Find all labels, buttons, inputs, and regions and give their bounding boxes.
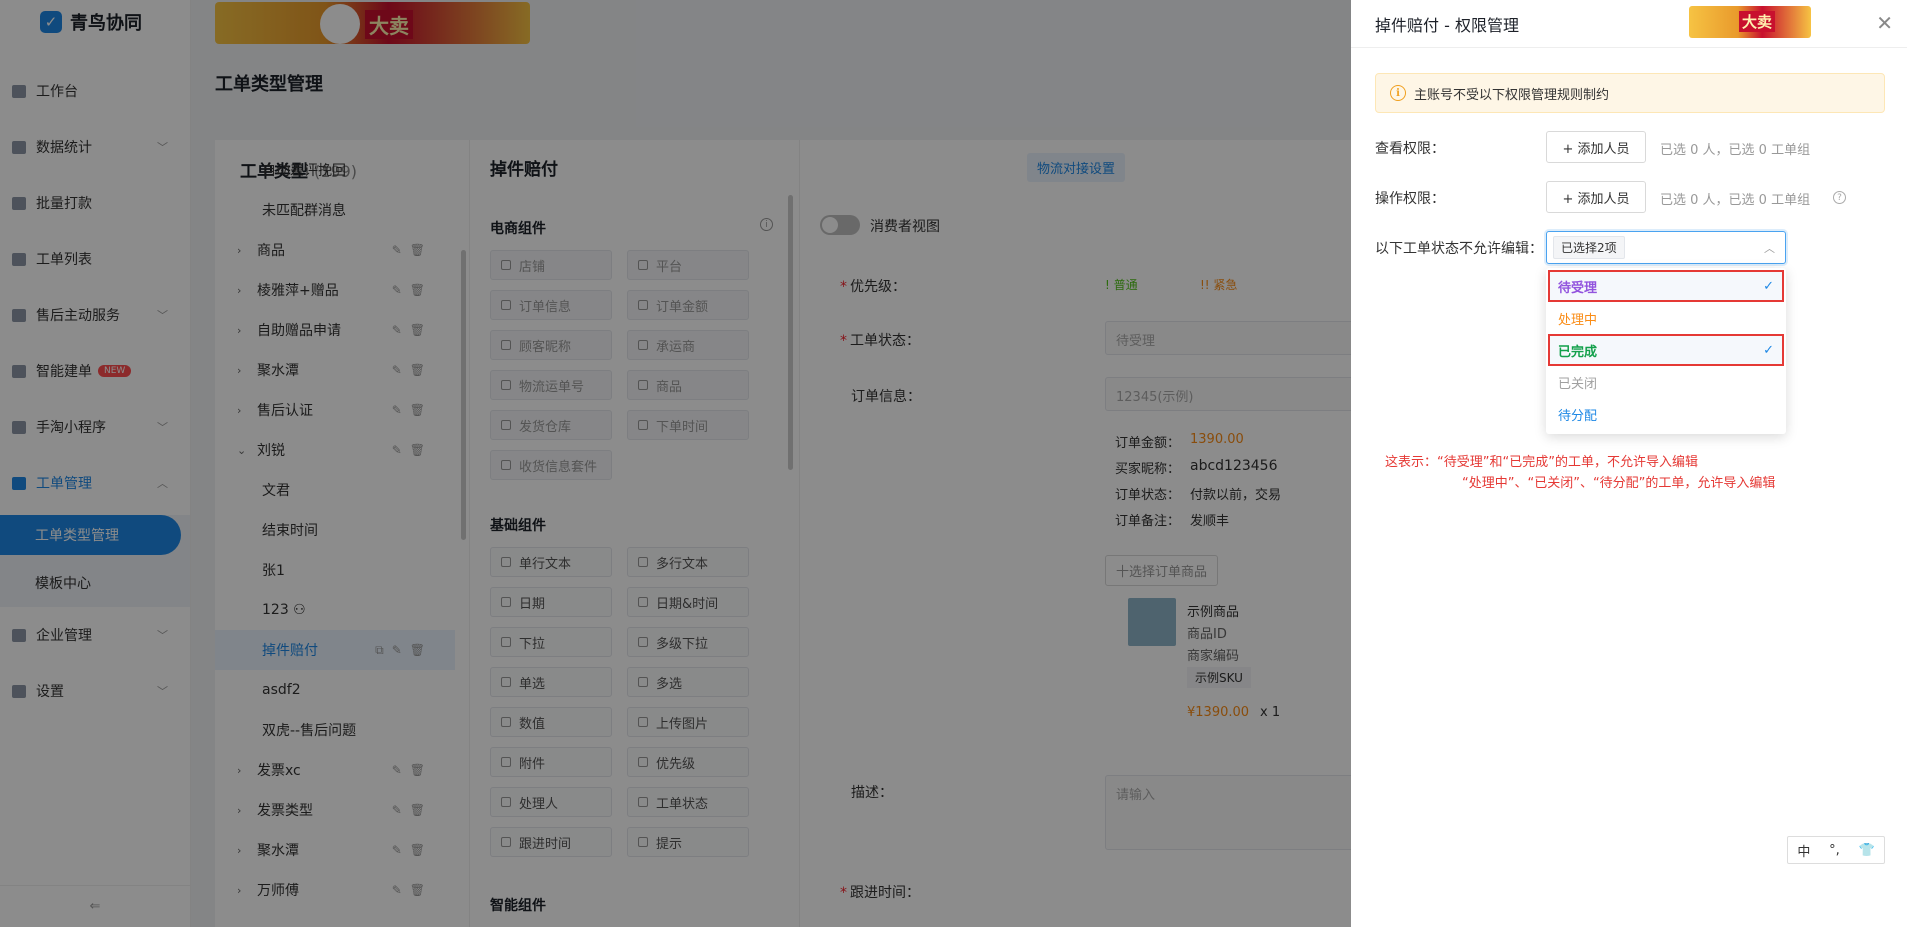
status-option[interactable]: 已完成 ✓: [1548, 334, 1784, 366]
status-option-label: 处理中: [1558, 312, 1598, 328]
lock-status-label: 以下工单状态不允许编辑：: [1375, 241, 1543, 257]
permission-drawer: 掉件赔付 - 权限管理 大卖 ✕ i 主账号不受以下权限管理规则制约 查看权限：…: [1351, 0, 1907, 927]
status-option-label: 待分配: [1558, 408, 1598, 424]
add-operate-person-button[interactable]: + 添加人员: [1546, 181, 1646, 213]
info-icon: i: [1390, 85, 1406, 101]
drawer-promo-banner[interactable]: 大卖: [1689, 6, 1811, 38]
explanation-text: 这表示：“待受理”和“已完成”的工单，不允许导入编辑 “处理中”、“已关闭”、“…: [1385, 452, 1775, 494]
drawer-banner-text: 大卖: [1739, 11, 1776, 32]
operate-permission-label: 操作权限：: [1375, 191, 1445, 207]
operate-picked-text: 已选 0 人，已选 0 工单组: [1660, 193, 1811, 208]
check-icon: ✓: [1763, 342, 1774, 358]
status-option-label: 待受理: [1558, 280, 1598, 296]
ime-chinese-icon[interactable]: 中: [1797, 841, 1810, 860]
explanation-line-1: 这表示：“待受理”和“已完成”的工单，不允许导入编辑: [1385, 455, 1698, 470]
ime-skin-icon[interactable]: 👕: [1858, 843, 1874, 858]
notice-text: 主账号不受以下权限管理规则制约: [1414, 87, 1610, 103]
notice-bar: i 主账号不受以下权限管理规则制约: [1375, 73, 1885, 113]
modal-mask[interactable]: [0, 0, 1351, 927]
selected-count-tag: 已选择2项: [1553, 236, 1625, 259]
status-option-label: 已关闭: [1558, 376, 1598, 392]
add-view-person-button[interactable]: + 添加人员: [1546, 131, 1646, 163]
view-picked-text: 已选 0 人，已选 0 工单组: [1660, 143, 1811, 158]
lock-status-select[interactable]: 已选择2项 ︿: [1546, 231, 1786, 264]
explanation-line-2: “处理中”、“已关闭”、“待分配”的工单，允许导入编辑: [1462, 476, 1776, 491]
status-option[interactable]: 处理中: [1548, 302, 1784, 334]
help-icon[interactable]: ?: [1833, 191, 1846, 204]
status-option[interactable]: 已关闭: [1548, 366, 1784, 398]
status-option[interactable]: 待分配: [1548, 398, 1784, 430]
drawer-title: 掉件赔付 - 权限管理: [1375, 15, 1519, 35]
view-permission-label: 查看权限：: [1375, 141, 1445, 157]
chevron-up-icon: ︿: [1764, 242, 1775, 255]
ime-punct-icon[interactable]: °,: [1829, 843, 1840, 858]
check-icon: ✓: [1763, 278, 1774, 294]
drawer-header: 掉件赔付 - 权限管理 大卖 ✕: [1351, 0, 1907, 48]
ime-toolbar[interactable]: 中 °, 👕: [1787, 836, 1885, 864]
status-option[interactable]: 待受理 ✓: [1548, 270, 1784, 302]
status-dropdown: 待受理 ✓ 处理中已完成 ✓ 已关闭待分配: [1546, 268, 1786, 434]
status-option-label: 已完成: [1558, 344, 1598, 360]
close-icon[interactable]: ✕: [1876, 11, 1893, 35]
